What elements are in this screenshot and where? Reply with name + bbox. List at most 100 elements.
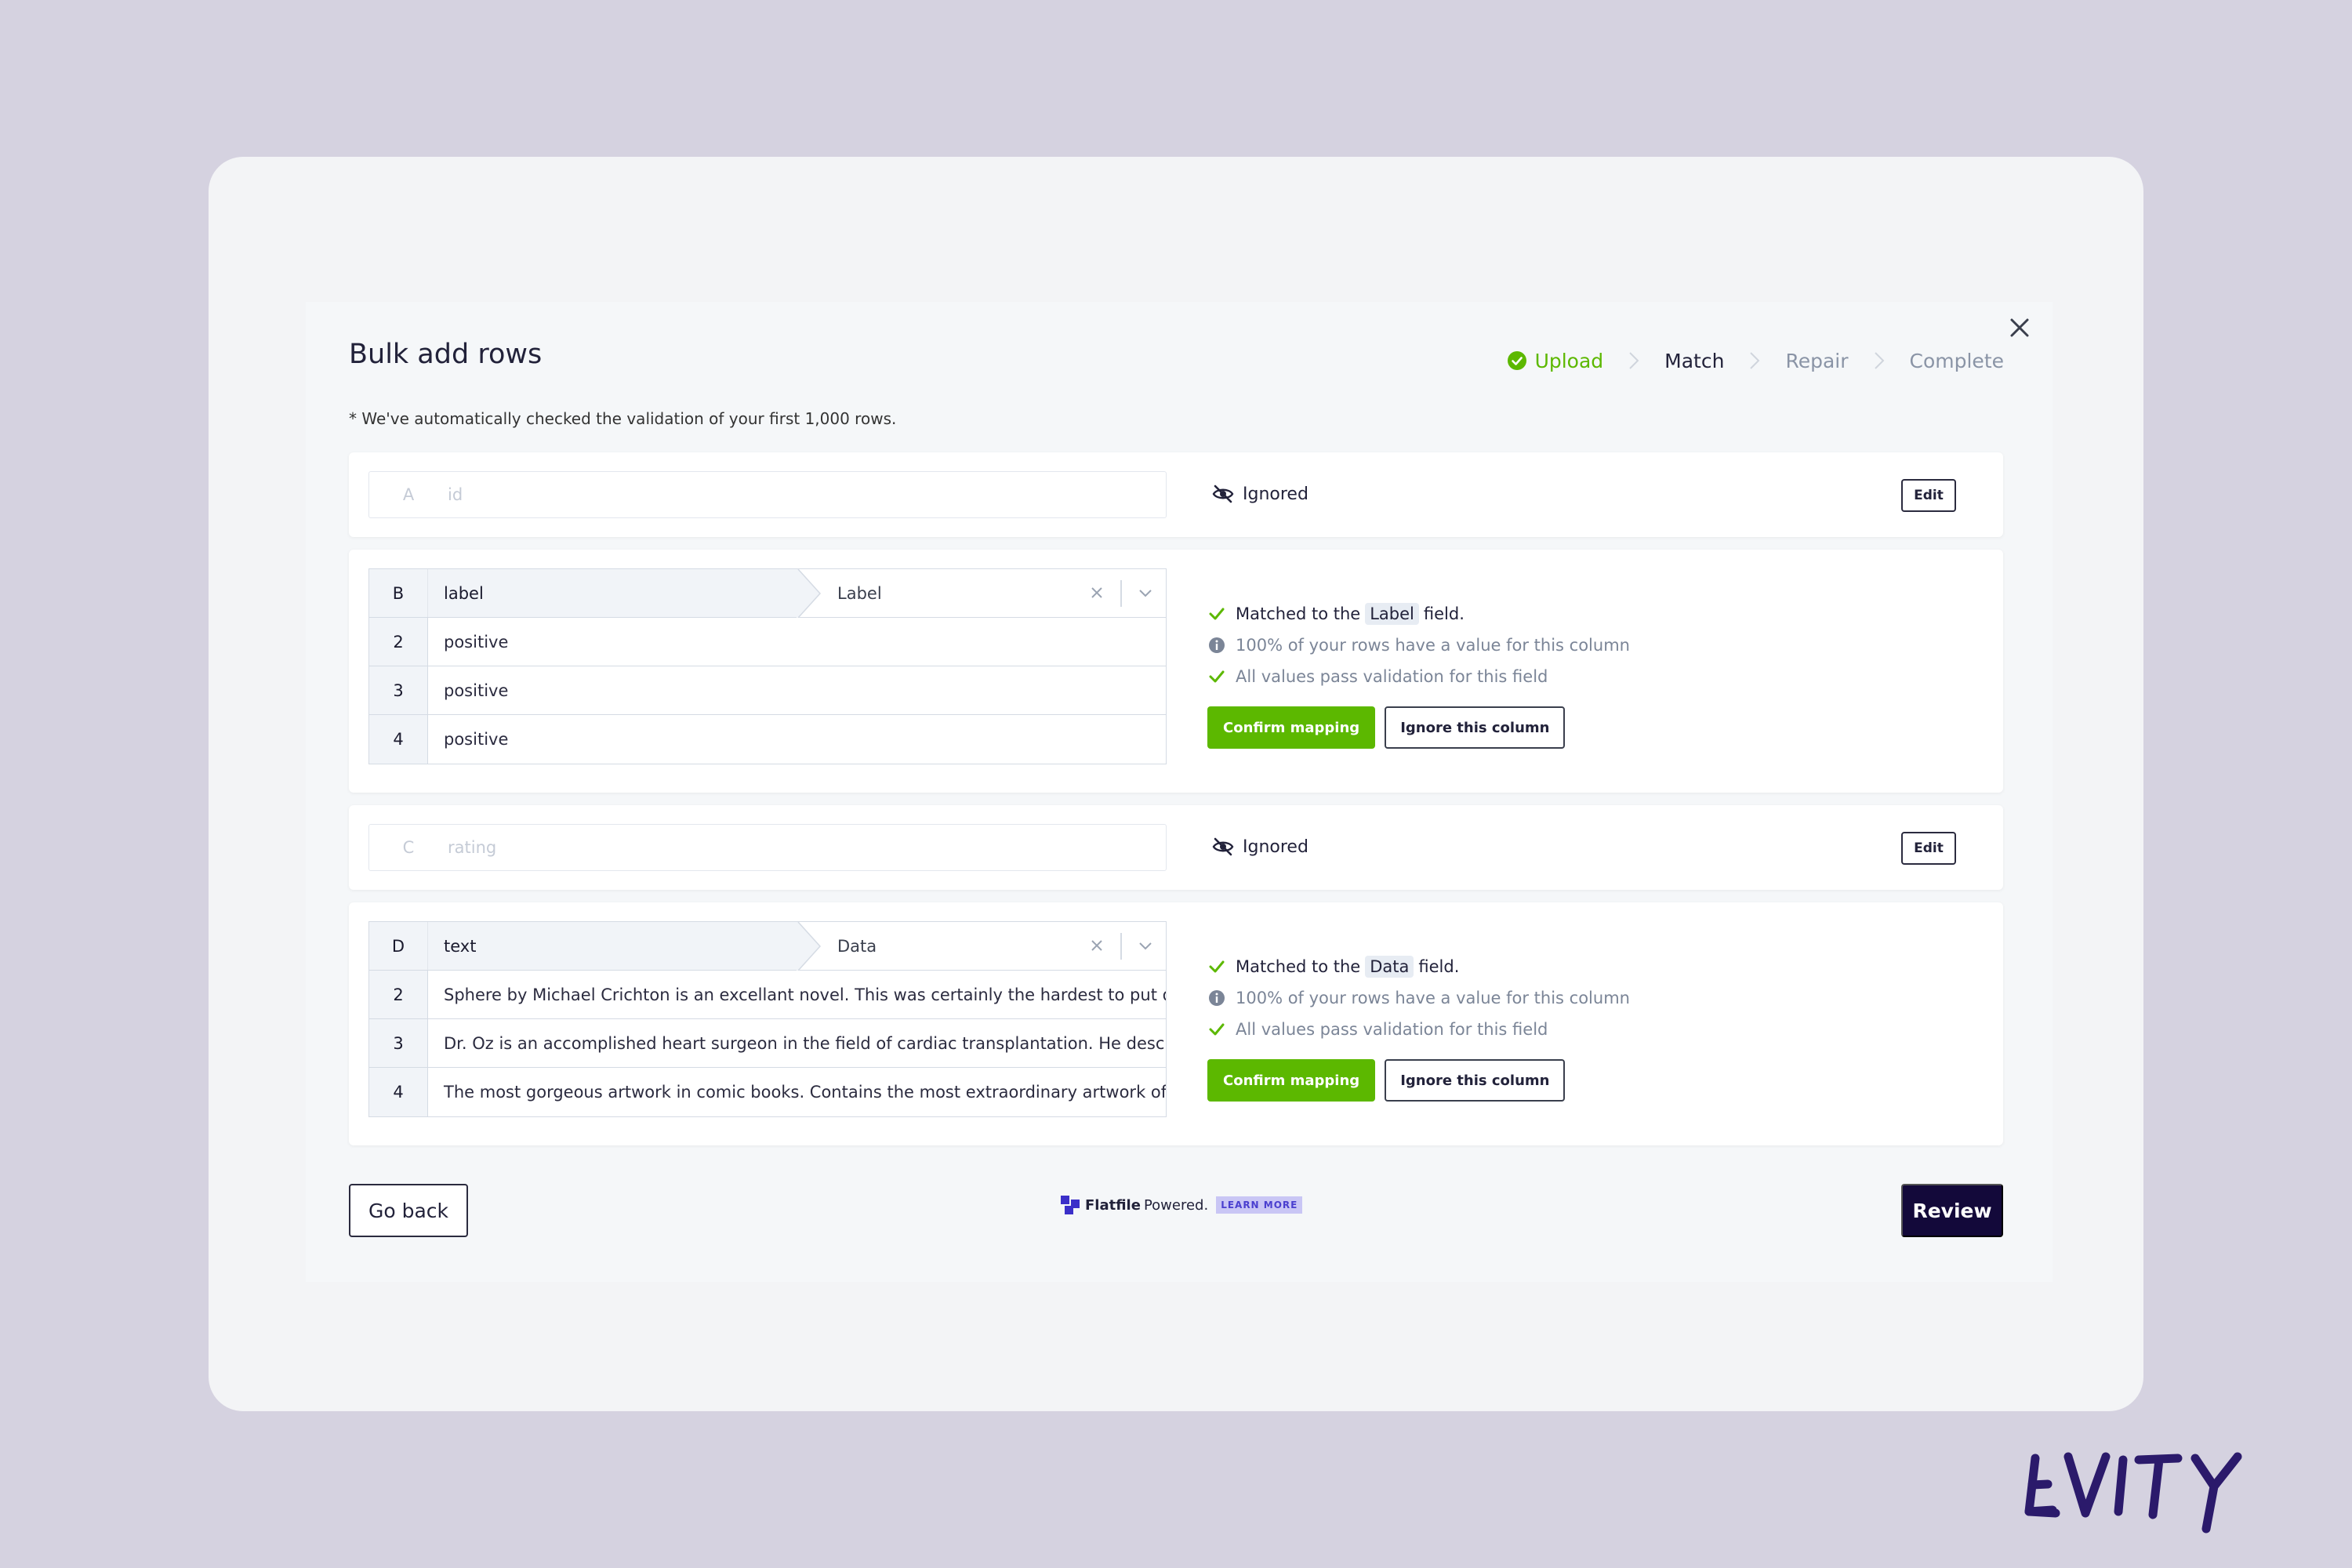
powered-text: Powered.: [1143, 1196, 1209, 1214]
ignored-label: Ignored: [1243, 484, 1308, 504]
ignored-status: Ignored: [1211, 835, 1308, 858]
mapping-table: D text Data 2 Sphere by Michael Crichton…: [368, 921, 1167, 1117]
matched-suffix: field.: [1423, 604, 1465, 623]
column-card-a: A id Ignored Edit: [349, 452, 2003, 537]
column-letter: A: [402, 485, 415, 504]
table-row: 4 The most gorgeous artwork in comic boo…: [369, 1068, 1166, 1116]
validation-note: * We've automatically checked the valida…: [349, 409, 897, 428]
edit-button[interactable]: Edit: [1901, 479, 1956, 512]
edit-button[interactable]: Edit: [1901, 832, 1956, 865]
column-card-b: B label Label 2 positive 3 positive 4 po…: [349, 550, 2003, 793]
table-row: 2 Sphere by Michael Crichton is an excel…: [369, 971, 1166, 1019]
validation-line: All values pass validation for this fiel…: [1207, 1014, 1630, 1045]
clear-icon[interactable]: [1087, 583, 1106, 602]
column-card-d: D text Data 2 Sphere by Michael Crichton…: [349, 902, 2003, 1145]
column-letter: B: [369, 569, 428, 617]
step-label: Match: [1664, 349, 1725, 372]
field-select[interactable]: Data: [797, 922, 1166, 970]
powered-brand: Flatfile: [1085, 1196, 1141, 1214]
ignored-column-header: A id: [368, 471, 1167, 518]
info-icon: [1209, 990, 1225, 1006]
check-circle-icon: [1507, 351, 1526, 370]
field-select[interactable]: Label: [797, 569, 1166, 617]
matched-prefix: Matched to the: [1236, 604, 1361, 623]
ignored-label: Ignored: [1243, 837, 1308, 857]
chevron-right-icon: [1874, 352, 1884, 369]
row-value: positive: [444, 681, 509, 700]
confirm-mapping-button[interactable]: Confirm mapping: [1207, 1059, 1376, 1102]
chevron-down-icon[interactable]: [1136, 939, 1155, 953]
select-divider: [1120, 933, 1122, 960]
mapping-info: Matched to the Data field. 100% of your …: [1207, 951, 1630, 1102]
chevron-right-icon: [1629, 352, 1639, 369]
mapping-header: D text Data: [369, 922, 1166, 971]
check-icon: [1209, 608, 1225, 620]
matched-suffix: field.: [1418, 957, 1460, 976]
step-label: Repair: [1785, 349, 1849, 372]
close-icon[interactable]: [2007, 315, 2032, 340]
source-column-name: text: [428, 922, 797, 970]
check-icon: [1209, 670, 1225, 683]
matched-prefix: Matched to the: [1236, 957, 1361, 976]
column-name: id: [448, 485, 463, 504]
row-value: Sphere by Michael Crichton is an excella…: [444, 985, 1166, 1004]
chevron-right-icon: [1750, 352, 1760, 369]
action-buttons: Confirm mapping Ignore this column: [1207, 706, 1630, 749]
step-repair: Repair: [1785, 350, 1848, 372]
row-number: 2: [369, 971, 428, 1018]
column-card-c: C rating Ignored Edit: [349, 805, 2003, 890]
validation-text: All values pass validation for this fiel…: [1236, 1020, 1548, 1039]
table-row: 3 positive: [369, 666, 1166, 715]
source-column-name: label: [428, 569, 797, 617]
coverage-line: 100% of your rows have a value for this …: [1207, 630, 1630, 661]
check-icon: [1209, 960, 1225, 973]
levity-logo: [2024, 1452, 2242, 1534]
field-chip: Data: [1365, 956, 1414, 978]
learn-more-link[interactable]: LEARN MORE: [1216, 1196, 1303, 1214]
field-chip: Label: [1365, 603, 1419, 625]
flatfile-logo-icon: [1061, 1196, 1080, 1214]
coverage-text: 100% of your rows have a value for this …: [1236, 636, 1630, 655]
table-row: 4 positive: [369, 715, 1166, 764]
select-divider: [1120, 580, 1122, 607]
row-value: Dr. Oz is an accomplished heart surgeon …: [444, 1033, 1166, 1053]
eye-off-icon: [1212, 837, 1234, 856]
stepper: Upload Match Repair Complete: [1507, 345, 2004, 376]
validation-text: All values pass validation for this fiel…: [1236, 667, 1548, 686]
eye-off-icon: [1212, 485, 1234, 503]
step-upload: Upload: [1507, 349, 1604, 372]
column-letter: D: [369, 922, 428, 970]
ignored-column-header: C rating: [368, 824, 1167, 871]
row-number: 3: [369, 666, 428, 714]
matched-field-value: Data: [837, 936, 877, 956]
column-letter: C: [402, 838, 415, 857]
matched-field-value: Label: [837, 583, 882, 603]
table-row: 2 positive: [369, 618, 1166, 666]
review-button[interactable]: Review: [1901, 1184, 2003, 1237]
ignore-column-button[interactable]: Ignore this column: [1385, 706, 1566, 749]
ignored-status: Ignored: [1211, 482, 1308, 506]
row-number: 4: [369, 1068, 428, 1116]
info-icon: [1209, 637, 1225, 653]
row-value: The most gorgeous artwork in comic books…: [444, 1083, 1166, 1102]
go-back-button[interactable]: Go back: [349, 1184, 468, 1237]
validation-line: All values pass validation for this fiel…: [1207, 661, 1630, 692]
confirm-mapping-button[interactable]: Confirm mapping: [1207, 706, 1376, 749]
coverage-line: 100% of your rows have a value for this …: [1207, 982, 1630, 1014]
coverage-text: 100% of your rows have a value for this …: [1236, 989, 1630, 1007]
step-label: Upload: [1534, 349, 1604, 372]
chevron-down-icon[interactable]: [1136, 586, 1155, 601]
row-number: 2: [369, 618, 428, 666]
modal-title: Bulk add rows: [349, 339, 543, 370]
mapping-info: Matched to the Label field. 100% of your…: [1207, 598, 1630, 749]
row-number: 4: [369, 715, 428, 764]
flatfile-powered: Flatfile Powered. LEARN MORE: [1060, 1195, 1303, 1215]
check-icon: [1209, 1023, 1225, 1036]
clear-icon[interactable]: [1087, 936, 1106, 955]
table-row: 3 Dr. Oz is an accomplished heart surgeo…: [369, 1019, 1166, 1068]
matched-line: Matched to the Label field.: [1207, 598, 1630, 630]
mapping-table: B label Label 2 positive 3 positive 4 po…: [368, 568, 1167, 764]
ignore-column-button[interactable]: Ignore this column: [1385, 1059, 1566, 1102]
mapping-header: B label Label: [369, 569, 1166, 618]
row-number: 3: [369, 1019, 428, 1067]
